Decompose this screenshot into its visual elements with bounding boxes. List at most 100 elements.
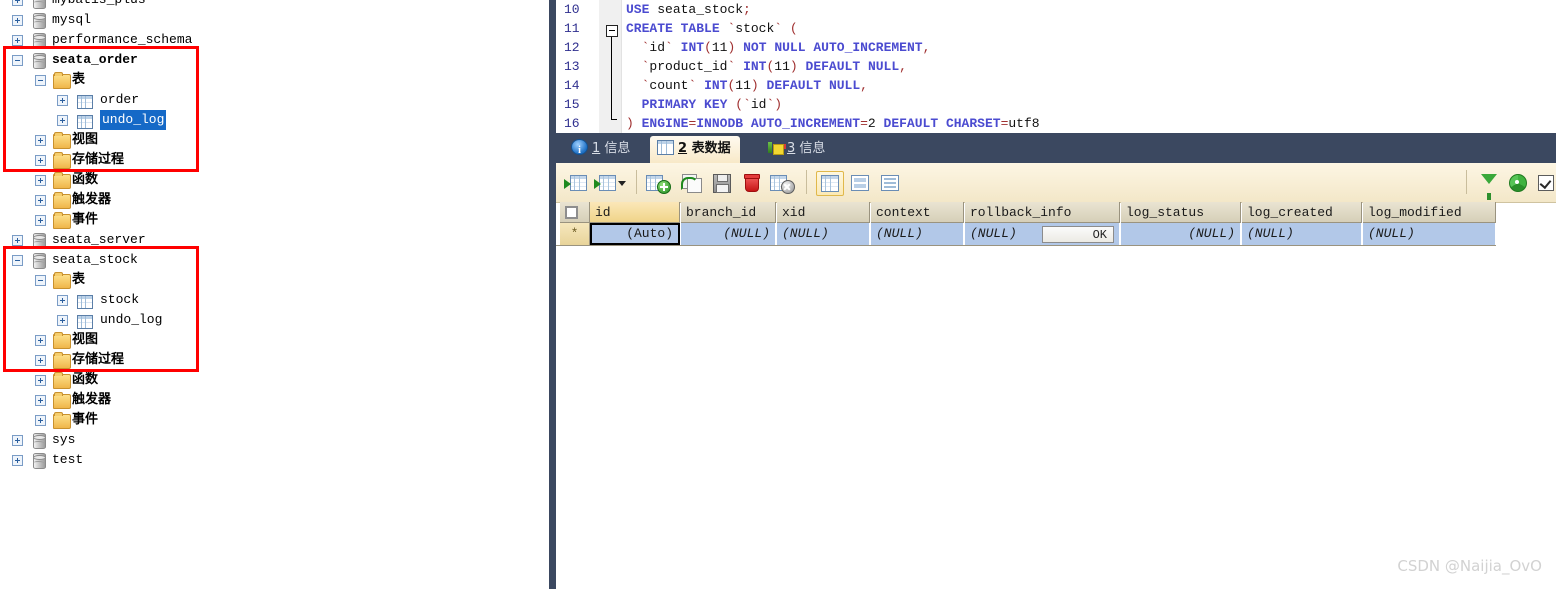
grid-view-button[interactable]: [816, 171, 844, 196]
cell-context[interactable]: (NULL): [871, 223, 964, 245]
tree-node[interactable]: performance_schema: [0, 30, 549, 50]
tree-node[interactable]: 表: [0, 270, 549, 290]
tree-node[interactable]: seata_server: [0, 230, 549, 250]
collapse-icon[interactable]: [12, 255, 23, 266]
cell-xid[interactable]: (NULL): [777, 223, 870, 245]
tree-node[interactable]: 视图: [0, 330, 549, 350]
tab-info-3[interactable]: 3 信息: [761, 136, 834, 163]
tree-node[interactable]: undo_log: [0, 110, 549, 130]
select-toggle-button[interactable]: [1534, 171, 1556, 194]
result-tabbar: 1 信息 2 表数据 3 信息: [556, 133, 1556, 164]
tree-node[interactable]: sys: [0, 430, 549, 450]
collapse-icon[interactable]: [35, 275, 46, 286]
export-wizard-button[interactable]: [593, 171, 617, 194]
expand-icon[interactable]: [12, 15, 23, 26]
tree-node[interactable]: undo_log: [0, 310, 549, 330]
tree-node[interactable]: 函数: [0, 170, 549, 190]
select-all-checkbox-icon[interactable]: [565, 206, 578, 219]
tree-node[interactable]: 存储过程: [0, 150, 549, 170]
code-fold-toggle-icon[interactable]: [606, 25, 618, 37]
tree-node[interactable]: 触发器: [0, 190, 549, 210]
refresh-button[interactable]: [1505, 171, 1529, 194]
expand-icon[interactable]: [35, 135, 46, 146]
cancel-changes-button[interactable]: [768, 171, 796, 194]
tree-node[interactable]: 表: [0, 70, 549, 90]
column-header-log_created[interactable]: log_created: [1242, 202, 1362, 223]
expand-icon[interactable]: [35, 195, 46, 206]
tree-node[interactable]: order: [0, 90, 549, 110]
expand-icon[interactable]: [35, 155, 46, 166]
tree-node-label: 存储过程: [72, 152, 125, 167]
tree-node[interactable]: seata_stock: [0, 250, 549, 270]
cell-log_created[interactable]: (NULL): [1242, 223, 1362, 245]
form-view-button[interactable]: [847, 171, 873, 194]
tree-node[interactable]: 存储过程: [0, 350, 549, 370]
expand-icon[interactable]: [12, 35, 23, 46]
column-header-rollback_info[interactable]: rollback_info: [965, 202, 1120, 223]
expand-icon[interactable]: [35, 415, 46, 426]
column-header-context[interactable]: context: [871, 202, 964, 223]
editor-code-line[interactable]: USE seata_stock;: [626, 0, 751, 19]
tree-node[interactable]: 事件: [0, 210, 549, 230]
expand-icon[interactable]: [12, 235, 23, 246]
expand-icon[interactable]: [57, 315, 68, 326]
refresh-icon: [1509, 174, 1527, 192]
select-all-header[interactable]: [560, 202, 590, 223]
expand-icon[interactable]: [57, 115, 68, 126]
editor-code-line[interactable]: `id` INT(11) NOT NULL AUTO_INCREMENT,: [626, 38, 931, 57]
editor-code-line[interactable]: `count` INT(11) DEFAULT NULL,: [626, 76, 868, 95]
column-header-log_status[interactable]: log_status: [1121, 202, 1241, 223]
expand-icon[interactable]: [12, 435, 23, 446]
tree-node[interactable]: 视图: [0, 130, 549, 150]
export-dropdown-button[interactable]: [617, 171, 631, 194]
sql-editor[interactable]: 10 11 12 13 14 15 16 USE seata_stock; CREATE TA…: [556, 0, 1556, 133]
expand-icon[interactable]: [12, 0, 23, 6]
text-view-button[interactable]: [877, 171, 903, 194]
tab-info-1[interactable]: 1 信息: [564, 136, 639, 164]
expand-icon[interactable]: [57, 295, 68, 306]
expand-icon[interactable]: [35, 355, 46, 366]
tab-table-data[interactable]: 2 表数据: [650, 136, 740, 163]
cell-log_status[interactable]: (NULL): [1121, 223, 1241, 245]
tree-node[interactable]: test: [0, 450, 549, 470]
delete-record-button[interactable]: [738, 171, 762, 194]
tree-node[interactable]: 触发器: [0, 390, 549, 410]
editor-code-line[interactable]: `product_id` INT(11) DEFAULT NULL,: [626, 57, 907, 76]
expand-icon[interactable]: [35, 175, 46, 186]
collapse-icon[interactable]: [35, 75, 46, 86]
expand-icon[interactable]: [35, 375, 46, 386]
column-header-xid[interactable]: xid: [777, 202, 870, 223]
expand-icon[interactable]: [35, 335, 46, 346]
column-header-log_modified[interactable]: log_modified: [1363, 202, 1496, 223]
tree-node[interactable]: 函数: [0, 370, 549, 390]
application-window: mybatis_plusmysql performance_schemaseata…: [0, 0, 1556, 589]
column-header-id[interactable]: id: [590, 202, 680, 223]
cell-branch_id[interactable]: (NULL): [681, 223, 776, 245]
filter-button[interactable]: [1477, 171, 1501, 200]
tree-node[interactable]: seata_order: [0, 50, 549, 70]
tree-node[interactable]: stock: [0, 290, 549, 310]
add-record-button[interactable]: [644, 171, 672, 194]
cell-log_modified[interactable]: (NULL): [1363, 223, 1496, 245]
collapse-icon[interactable]: [12, 55, 23, 66]
tree-node[interactable]: mysql: [0, 10, 549, 30]
apply-changes-button[interactable]: [708, 171, 732, 194]
column-header-branch_id[interactable]: branch_id: [681, 202, 776, 223]
expand-icon[interactable]: [35, 215, 46, 226]
panel-divider[interactable]: [549, 0, 556, 589]
expand-icon[interactable]: [12, 455, 23, 466]
tree-node[interactable]: mybatis_plus: [0, 0, 549, 10]
floppy-save-icon: [713, 174, 731, 193]
cell-id[interactable]: (Auto): [590, 223, 680, 245]
expand-icon[interactable]: [35, 395, 46, 406]
import-wizard-button[interactable]: [564, 171, 588, 194]
editor-code-line[interactable]: CREATE TABLE `stock` (: [626, 19, 798, 38]
editor-code-line[interactable]: ) ENGINE=INNODB AUTO_INCREMENT=2 DEFAULT…: [626, 114, 1040, 133]
expand-icon[interactable]: [57, 95, 68, 106]
tree-node[interactable]: 事件: [0, 410, 549, 430]
refresh-record-button[interactable]: [678, 171, 702, 194]
toolbar-separator-2: [806, 170, 807, 194]
tree-node-label: 触发器: [72, 192, 112, 207]
rollback-info-blob-button[interactable]: OK: [1042, 226, 1114, 243]
editor-code-line[interactable]: PRIMARY KEY (`id`): [626, 95, 783, 114]
